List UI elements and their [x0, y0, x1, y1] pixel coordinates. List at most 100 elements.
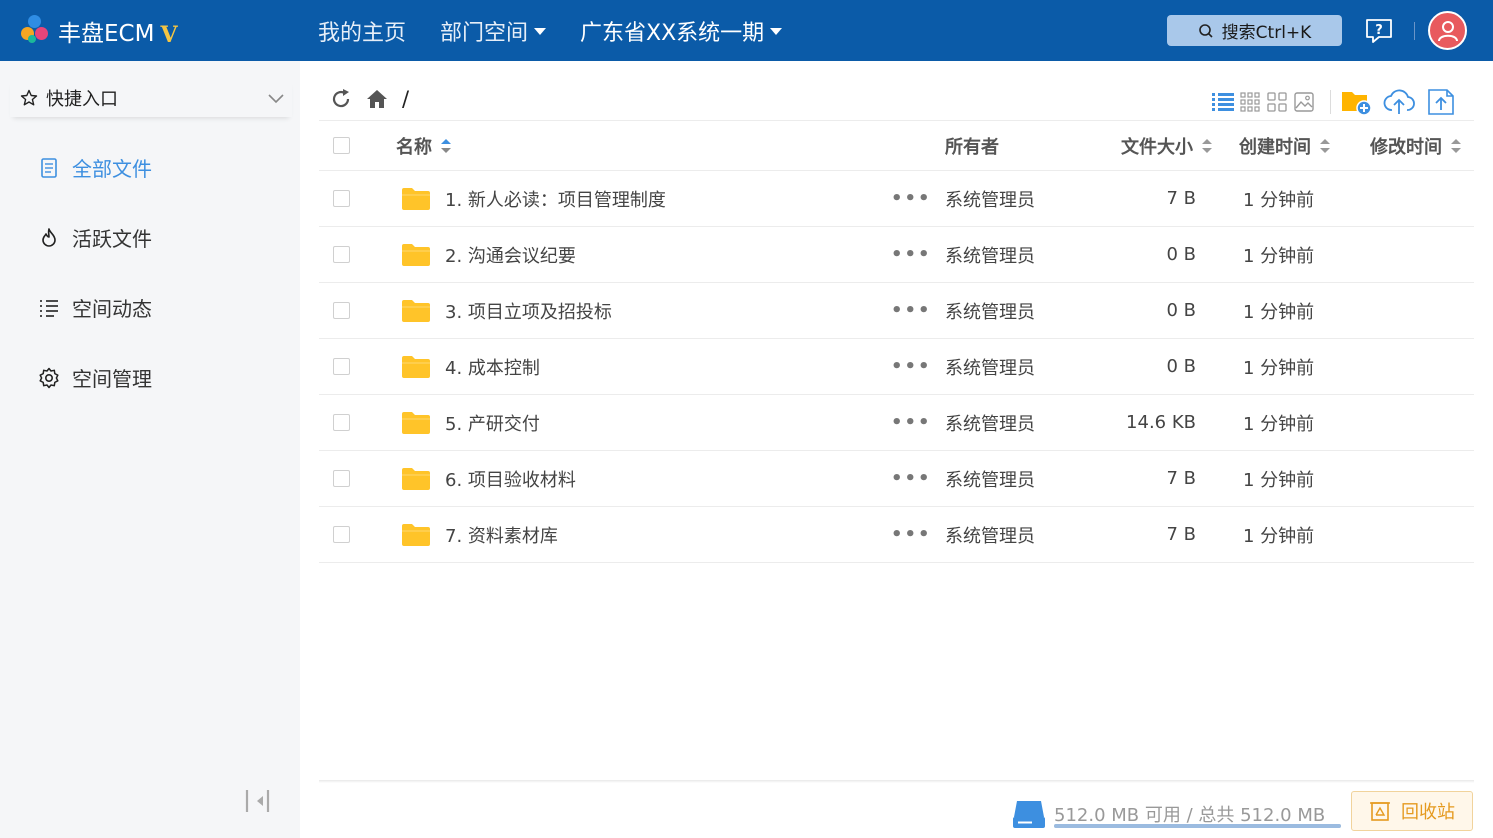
nav-my-home[interactable]: 我的主页 [318, 15, 406, 47]
collapse-sidebar-button[interactable] [244, 788, 272, 814]
sort-icon [441, 138, 451, 153]
row-created-cell: 1 分钟前 [1243, 171, 1314, 226]
row-select-cell [333, 227, 350, 282]
column-label: 创建时间 [1239, 136, 1311, 158]
row-checkbox[interactable] [333, 190, 350, 207]
sidebar-item-all-files[interactable]: 全部文件 [38, 153, 152, 182]
more-options-button[interactable]: ••• [891, 300, 932, 321]
nav-current-space[interactable]: 广东省XX系统一期 [580, 15, 783, 47]
app-logo[interactable]: 丰盘ECM V [20, 14, 178, 48]
row-more-cell: ••• [891, 227, 932, 282]
row-checkbox[interactable] [333, 302, 350, 319]
file-table: 名称 所有者 文件大小 创建时间 修改时间 1. 新人必读：项目管理制度 ••• 系… [319, 120, 1474, 563]
row-name-cell[interactable]: 6. 项目验收材料 [401, 451, 576, 506]
table-row[interactable]: 2. 沟通会议纪要 ••• 系统管理员 0 B 1 分钟前 [319, 227, 1474, 283]
folder-icon [402, 299, 430, 322]
recycle-bin-button[interactable]: 回收站 [1351, 791, 1473, 831]
folder-icon [402, 467, 430, 490]
folder-icon [402, 523, 430, 546]
row-name-cell[interactable]: 5. 产研交付 [401, 395, 540, 450]
owner-name: 系统管理员 [945, 469, 1035, 491]
large-grid-view-button[interactable] [1266, 91, 1288, 113]
column-owner: 所有者 [945, 121, 999, 170]
help-button[interactable]: ? [1364, 16, 1394, 46]
row-owner-cell: 系统管理员 [945, 395, 1035, 450]
toolbar-divider [1330, 90, 1331, 114]
table-row[interactable]: 4. 成本控制 ••• 系统管理员 0 B 1 分钟前 [319, 339, 1474, 395]
row-name-cell[interactable]: 7. 资料素材库 [401, 507, 558, 562]
more-options-button[interactable]: ••• [891, 412, 932, 433]
file-name[interactable]: 3. 项目立项及招投标 [445, 298, 612, 324]
hard-drive-icon [1013, 801, 1045, 828]
file-name[interactable]: 4. 成本控制 [445, 354, 540, 380]
footer-divider [319, 780, 1474, 783]
row-checkbox[interactable] [333, 358, 350, 375]
row-size-cell: 7 B [1079, 171, 1196, 226]
file-name[interactable]: 7. 资料素材库 [445, 522, 558, 548]
new-folder-icon [1342, 92, 1372, 116]
search-label: 搜索Ctrl+K [1221, 23, 1312, 43]
row-checkbox[interactable] [333, 526, 350, 543]
row-name-cell[interactable]: 3. 项目立项及招投标 [401, 283, 612, 338]
refresh-button[interactable] [330, 88, 352, 110]
created-time: 1 分钟前 [1243, 357, 1315, 379]
column-size[interactable]: 文件大小 [1121, 121, 1213, 170]
row-checkbox[interactable] [333, 470, 350, 487]
file-size: 0 B [1166, 244, 1196, 265]
recycle-bin-icon [1370, 802, 1390, 821]
more-options-button[interactable]: ••• [891, 244, 932, 265]
list-view-button[interactable] [1212, 91, 1234, 113]
sort-icon [1202, 138, 1212, 153]
sort-icon [1451, 138, 1461, 153]
row-select-cell [333, 171, 350, 226]
file-name[interactable]: 2. 沟通会议纪要 [445, 242, 576, 268]
row-name-cell[interactable]: 2. 沟通会议纪要 [401, 227, 576, 282]
row-checkbox[interactable] [333, 414, 350, 431]
row-select-cell [333, 395, 350, 450]
folder-icon [402, 355, 430, 378]
new-folder-button[interactable] [1341, 87, 1373, 117]
select-all-checkbox[interactable] [333, 137, 350, 154]
sidebar-item-active-files[interactable]: 活跃文件 [38, 223, 152, 252]
quick-entry-dropdown[interactable]: 快捷入口 [10, 79, 292, 117]
file-name[interactable]: 1. 新人必读：项目管理制度 [445, 186, 666, 212]
sidebar-item-label: 空间管理 [72, 367, 152, 391]
column-name[interactable]: 名称 [396, 121, 452, 170]
more-options-button[interactable]: ••• [891, 356, 932, 377]
more-options-button[interactable]: ••• [891, 524, 932, 545]
file-name[interactable]: 5. 产研交付 [445, 410, 540, 436]
select-all-cell [333, 121, 350, 170]
sidebar-item-space-activity[interactable]: 空间动态 [38, 293, 152, 322]
table-row[interactable]: 6. 项目验收材料 ••• 系统管理员 7 B 1 分钟前 [319, 451, 1474, 507]
row-size-cell: 0 B [1079, 339, 1196, 394]
small-grid-view-button[interactable] [1239, 91, 1261, 113]
row-more-cell: ••• [891, 171, 932, 226]
row-checkbox[interactable] [333, 246, 350, 263]
table-row[interactable]: 5. 产研交付 ••• 系统管理员 14.6 KB 1 分钟前 [319, 395, 1474, 451]
table-row[interactable]: 3. 项目立项及招投标 ••• 系统管理员 0 B 1 分钟前 [319, 283, 1474, 339]
home-icon [367, 90, 387, 108]
row-name-cell[interactable]: 1. 新人必读：项目管理制度 [401, 171, 666, 226]
row-owner-cell: 系统管理员 [945, 507, 1035, 562]
table-row[interactable]: 7. 资料素材库 ••• 系统管理员 7 B 1 分钟前 [319, 507, 1474, 563]
search-button[interactable]: 搜索Ctrl+K [1167, 15, 1342, 46]
column-created[interactable]: 创建时间 [1239, 121, 1331, 170]
more-options-button[interactable]: ••• [891, 468, 932, 489]
nav-dept-space[interactable]: 部门空间 [440, 15, 547, 47]
file-name[interactable]: 6. 项目验收材料 [445, 466, 576, 492]
cloud-upload-icon [1383, 89, 1415, 114]
table-header: 名称 所有者 文件大小 创建时间 修改时间 [319, 120, 1474, 171]
sidebar-item-space-management[interactable]: 空间管理 [38, 363, 152, 392]
row-select-cell [333, 451, 350, 506]
column-modified[interactable]: 修改时间 [1370, 121, 1462, 170]
more-options-button[interactable]: ••• [891, 188, 932, 209]
upload-folder-button[interactable] [1425, 87, 1457, 117]
row-name-cell[interactable]: 4. 成本控制 [401, 339, 540, 394]
nav-label: 广东省XX系统一期 [580, 20, 765, 46]
user-avatar[interactable] [1428, 11, 1467, 50]
table-row[interactable]: 1. 新人必读：项目管理制度 ••• 系统管理员 7 B 1 分钟前 [319, 171, 1474, 227]
home-button[interactable] [366, 88, 388, 110]
thumbnail-view-button[interactable] [1293, 91, 1315, 113]
upload-button[interactable] [1383, 87, 1415, 117]
breadcrumb-path[interactable]: / [402, 87, 409, 111]
